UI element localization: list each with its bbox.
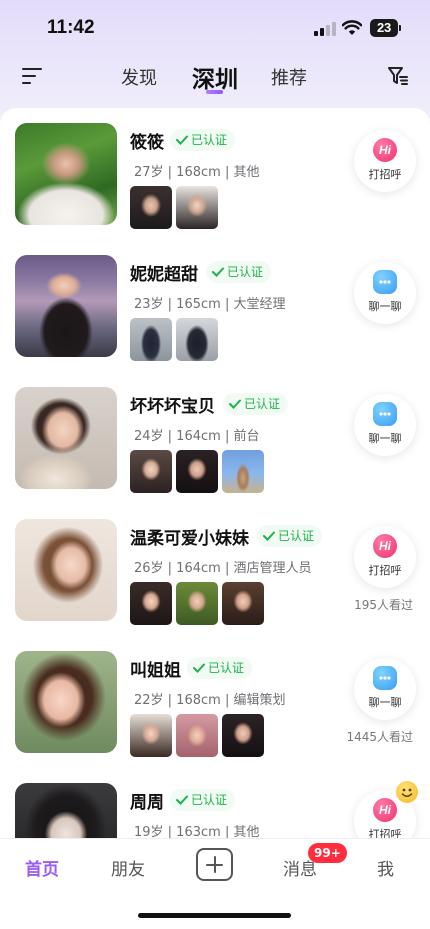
profile-list[interactable]: 筱筱 已认证 27岁 | 168cm | 其他 Hi 打招呼 妮妮超甜 已认证 … [0,108,430,838]
home-indicator [138,913,291,918]
battery-icon: 23 [370,19,401,37]
photo-thumbnail[interactable] [222,714,264,757]
profile-name: 叫姐姐 [130,661,181,681]
profile-meta: 19岁 | 163cm | 其他 [134,825,260,838]
chat-button[interactable]: 聊一聊 [354,394,416,456]
check-icon [176,135,188,145]
chat-bubble-icon [373,270,397,294]
action-label: 聊一聊 [368,432,402,445]
profile-card[interactable]: 筱筱 已认证 27岁 | 168cm | 其他 Hi 打招呼 [0,108,430,240]
profile-meta: 22岁 | 168cm | 编辑策划 [134,693,286,708]
profile-card[interactable]: 坏坏坏宝贝 已认证 24岁 | 164cm | 前台 聊一聊 [0,372,430,504]
check-icon [176,795,188,805]
profile-name: 妮妮超甜 [130,265,198,285]
action-label: 打招呼 [368,168,402,181]
verified-badge: 已认证 [187,657,253,679]
photo-thumbnail[interactable] [130,714,172,757]
check-icon [193,663,205,673]
avatar[interactable] [15,519,117,621]
nav-home[interactable]: 首页 [25,855,59,880]
chat-button[interactable]: 聊一聊 [354,262,416,324]
greet-button[interactable]: Hi 打招呼 [354,130,416,192]
photo-thumbnail[interactable] [130,450,172,493]
profile-card[interactable]: 妮妮超甜 已认证 23岁 | 165cm | 大堂经理 聊一聊 [0,240,430,372]
photo-thumbnail[interactable] [130,318,172,361]
nav-me[interactable]: 我 [377,855,394,880]
profile-meta: 26岁 | 164cm | 酒店管理人员 [134,561,312,576]
avatar[interactable] [15,651,117,753]
profile-card[interactable]: 周周 已认证 19岁 | 163cm | 其他 Hi 打招呼 [0,768,430,838]
photo-thumbnail[interactable] [222,582,264,625]
profile-name: 周周 [130,793,164,813]
verified-badge: 已认证 [223,393,289,415]
status-time: 11:42 [47,17,95,38]
plus-icon[interactable] [196,848,233,881]
check-icon [212,267,224,277]
profile-meta: 24岁 | 164cm | 前台 [134,429,260,444]
photo-thumbnail[interactable] [176,582,218,625]
messages-badge: 99+ [308,843,347,863]
avatar[interactable] [15,123,117,225]
photo-thumbnail[interactable] [176,186,218,229]
greet-button[interactable]: Hi 打招呼 [354,526,416,588]
check-icon [263,531,275,541]
photo-thumbnail[interactable] [176,450,218,493]
avatar[interactable] [15,783,117,838]
profile-meta: 23岁 | 165cm | 大堂经理 [134,297,286,312]
signal-icon [314,22,336,36]
chat-bubble-icon [373,666,397,690]
photo-thumbnail[interactable] [130,186,172,229]
action-label: 聊一聊 [368,300,402,313]
photo-thumbnail[interactable] [176,714,218,757]
hi-icon: Hi [373,534,397,558]
photo-thumbnail[interactable] [130,582,172,625]
tab-shenzhen[interactable]: 深圳 [192,60,238,94]
nav-friends[interactable]: 朋友 [111,855,145,880]
action-label: 打招呼 [368,828,402,838]
profile-name: 筱筱 [130,133,164,153]
wifi-icon [342,20,362,35]
verified-badge: 已认证 [257,525,323,547]
avatar[interactable] [15,387,117,489]
photo-thumbnail[interactable] [222,450,264,493]
verified-badge: 已认证 [170,789,236,811]
avatar[interactable] [15,255,117,357]
view-count: 1445人看过 [346,730,413,744]
chat-bubble-icon [373,402,397,426]
view-count: 195人看过 [354,598,413,612]
profile-name: 坏坏坏宝贝 [130,397,215,417]
tab-discover[interactable]: 发现 [121,64,157,90]
verified-badge: 已认证 [170,129,236,151]
check-icon [229,399,241,409]
action-label: 聊一聊 [368,696,402,709]
profile-card[interactable]: 叫姐姐 已认证 22岁 | 168cm | 编辑策划 聊一聊 1445人看过 [0,636,430,768]
menu-icon[interactable] [22,66,42,86]
filter-icon[interactable] [387,65,409,87]
hi-icon: Hi [373,798,397,822]
profile-card[interactable]: 温柔可爱小妹妹 已认证 26岁 | 164cm | 酒店管理人员 Hi 打招呼 … [0,504,430,636]
photo-thumbnail[interactable] [176,318,218,361]
verified-badge: 已认证 [206,261,272,283]
smiley-icon[interactable] [396,781,418,803]
tab-recommend[interactable]: 推荐 [271,64,307,90]
active-tab-indicator [206,90,223,94]
action-label: 打招呼 [368,564,402,577]
chat-button[interactable]: 聊一聊 [354,658,416,720]
profile-meta: 27岁 | 168cm | 其他 [134,165,260,180]
status-bar: 11:42 23 [0,0,430,56]
hi-icon: Hi [373,138,397,162]
profile-name: 温柔可爱小妹妹 [130,529,249,549]
